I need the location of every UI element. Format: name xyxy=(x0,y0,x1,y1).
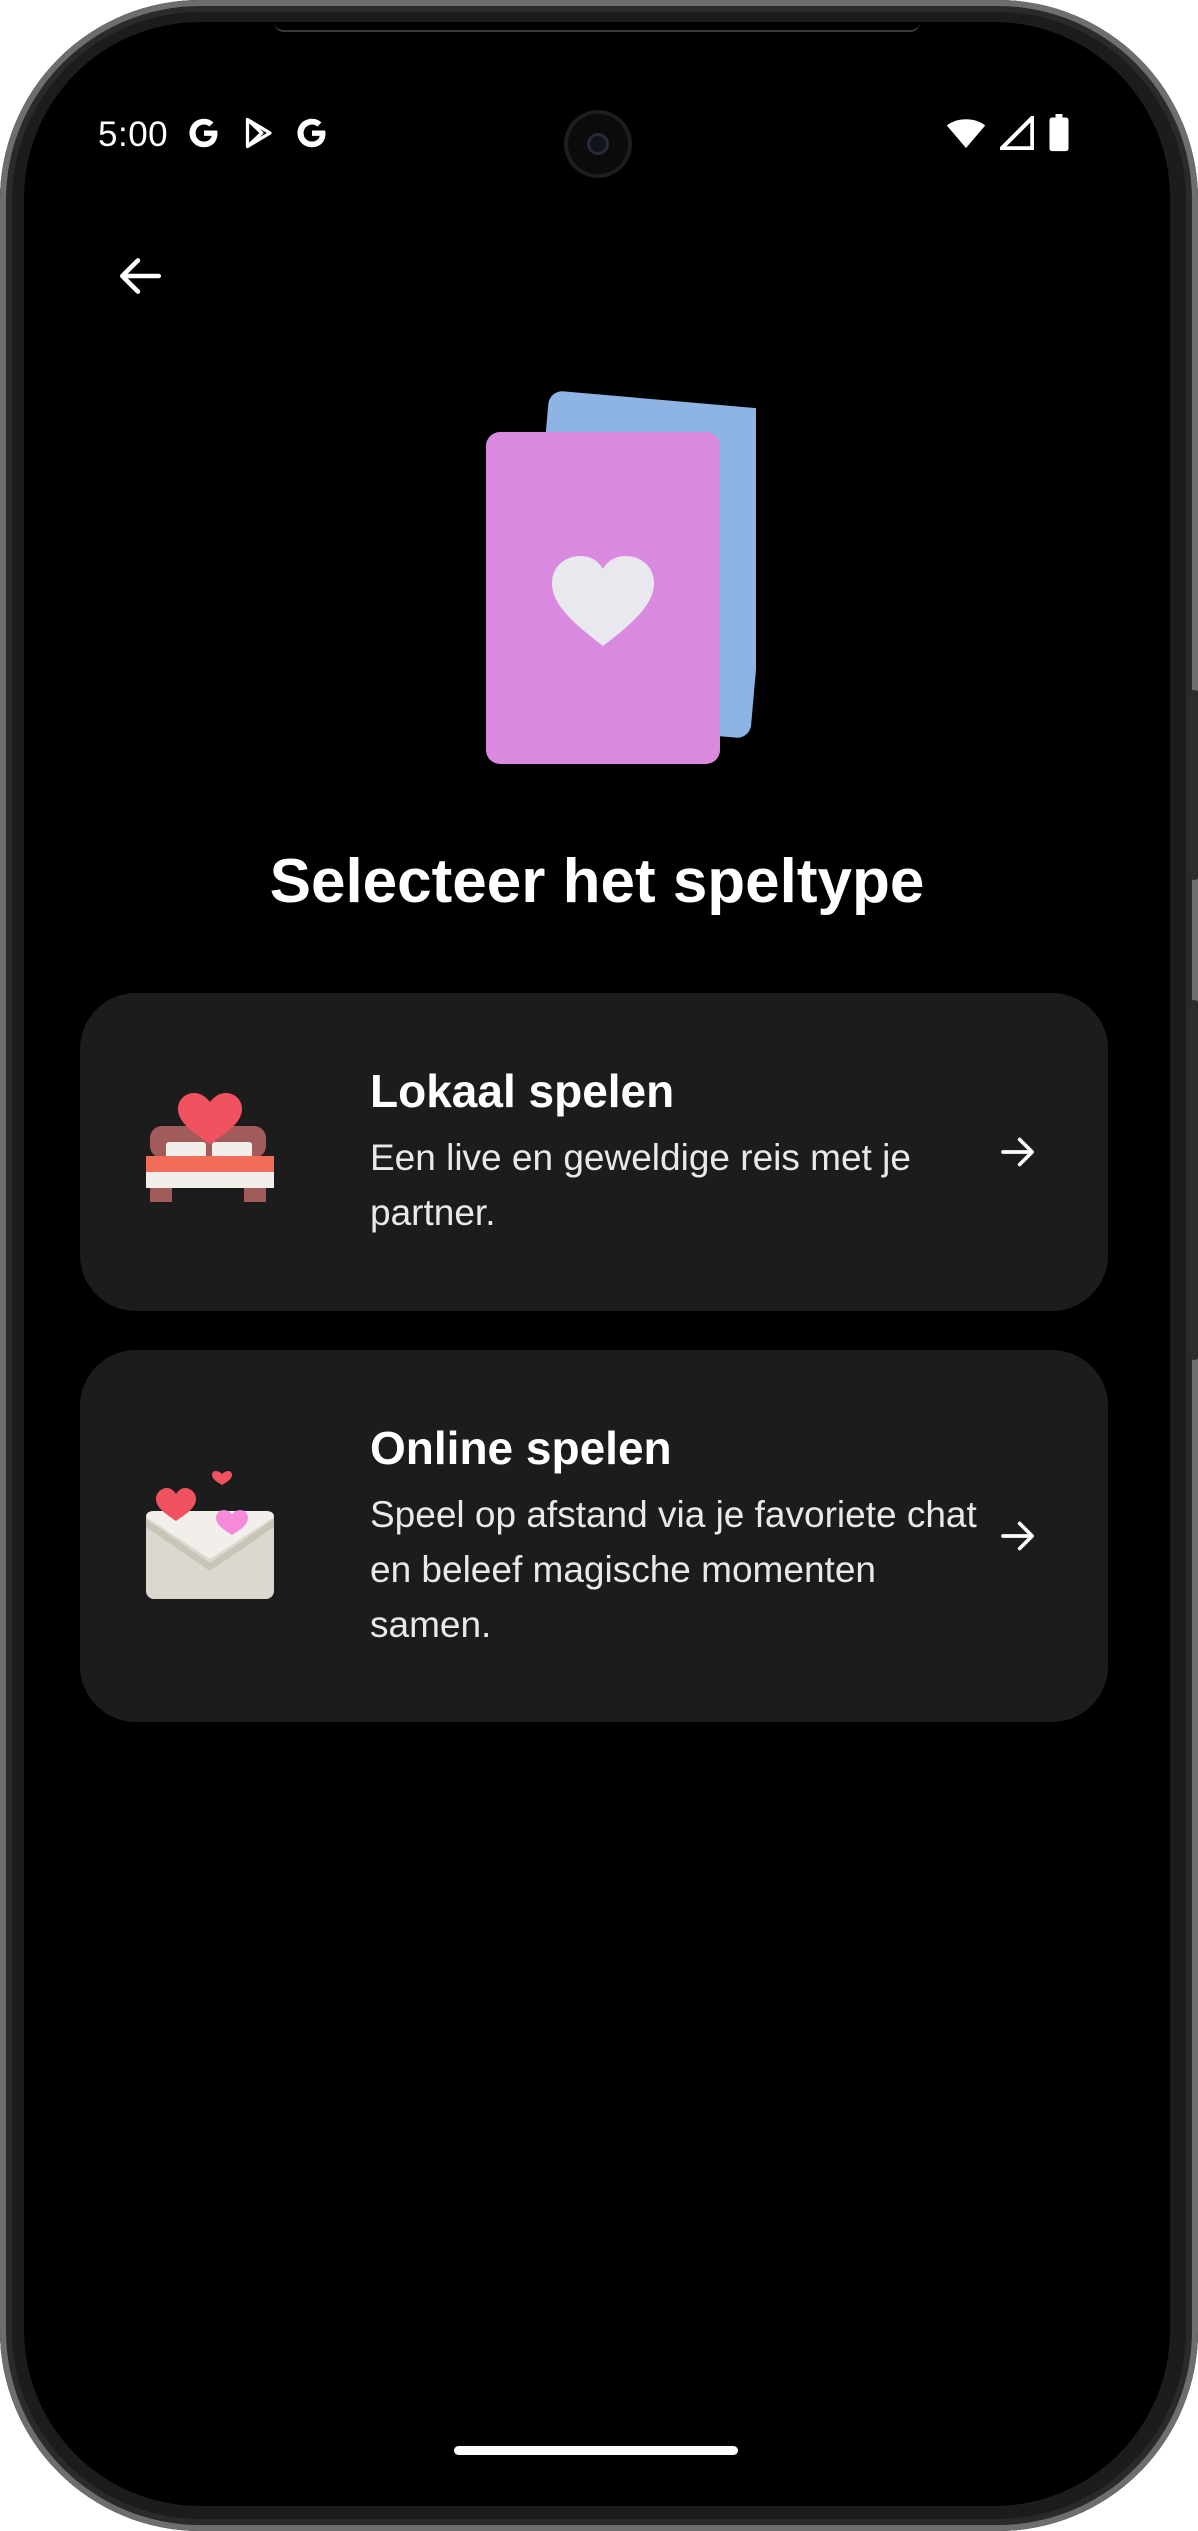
arrow-right-icon xyxy=(988,1506,1048,1566)
back-button[interactable] xyxy=(100,238,180,318)
playing-cards-heart-icon xyxy=(456,370,778,770)
status-right xyxy=(946,113,1070,157)
option-title: Online spelen xyxy=(370,1421,672,1474)
arrow-left-icon xyxy=(115,251,165,306)
power-button xyxy=(1188,1000,1198,1360)
wifi-icon xyxy=(946,115,986,156)
top-bezel-line xyxy=(274,22,920,32)
page-title: Selecteer het speltype xyxy=(269,847,925,916)
option-description: Speel op afstand via je favoriete chat e… xyxy=(370,1493,977,1645)
option-text-local: Lokaal spelen Een live en geweldige reis… xyxy=(370,1064,990,1240)
option-card-local-play[interactable]: Lokaal spelen Een live en geweldige reis… xyxy=(80,993,1108,1311)
play-store-icon xyxy=(240,115,276,156)
option-description: Een live en geweldige reis met je partne… xyxy=(370,1137,911,1233)
google-icon xyxy=(294,115,330,156)
option-title: Lokaal spelen xyxy=(370,1065,675,1117)
phone-frame: 5:00 Selecteer het speltype Lokaal spele… xyxy=(0,0,1198,2531)
arrow-right-icon xyxy=(988,1122,1048,1182)
bed-with-heart-icon xyxy=(140,1092,280,1212)
home-indicator[interactable] xyxy=(454,2446,738,2455)
love-letter-icon xyxy=(140,1471,280,1599)
option-text-online: Online spelen Speel op afstand via je fa… xyxy=(370,1421,990,1652)
status-left: 5:00 xyxy=(98,115,330,156)
google-icon xyxy=(186,115,222,156)
signal-icon xyxy=(999,115,1035,155)
status-time: 5:00 xyxy=(98,115,169,154)
screen: 5:00 Selecteer het speltype Lokaal spele… xyxy=(24,22,1170,2506)
front-camera xyxy=(568,114,628,174)
volume-button xyxy=(1188,690,1198,880)
battery-icon xyxy=(1048,113,1070,157)
option-card-online-play[interactable]: Online spelen Speel op afstand via je fa… xyxy=(80,1350,1108,1722)
